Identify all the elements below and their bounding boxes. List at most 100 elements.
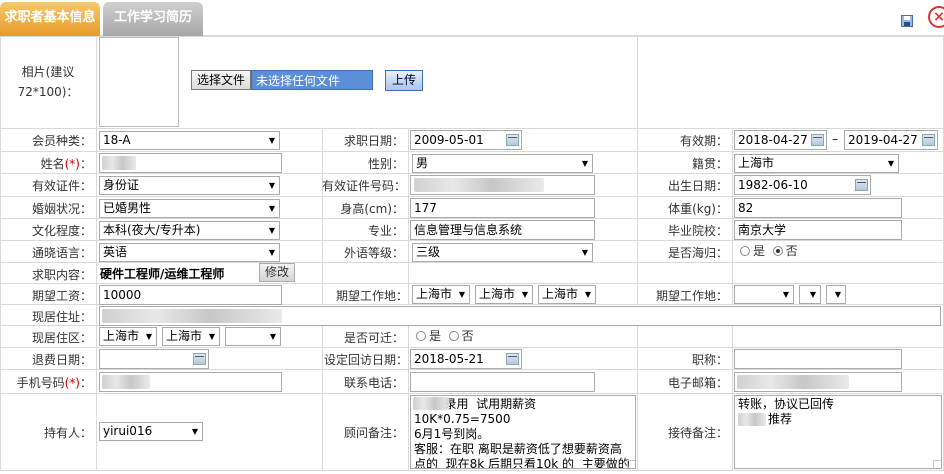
- gender-select[interactable]: 男 ▼: [412, 154, 593, 173]
- expected-place-city-select[interactable]: 上海市 ▼: [475, 285, 533, 304]
- dropdown-arrow-icon: ▼: [268, 204, 275, 213]
- expected-place-province-value: 上海市: [416, 287, 453, 301]
- member-type-select[interactable]: 18-A ▼: [99, 131, 280, 150]
- redacted-id-number: [414, 178, 544, 192]
- expected-place-city-value: 上海市: [479, 287, 516, 301]
- valid-to-input[interactable]: 2019-04-27: [844, 130, 938, 150]
- valid-from-value: 2018-04-27: [738, 133, 808, 147]
- apply-date-label: 求职日期：: [343, 134, 404, 148]
- grid-line: [0, 470, 944, 471]
- revisit-date-value: 2018-05-21: [414, 352, 484, 366]
- native-place-label: 籍贯：: [691, 157, 728, 171]
- relocate-no-radio[interactable]: [448, 331, 459, 341]
- job-title-input[interactable]: [734, 349, 902, 369]
- foreign-level-select[interactable]: 三级 ▼: [412, 243, 593, 262]
- save-icon[interactable]: [901, 15, 913, 27]
- language-value: 英语: [103, 245, 128, 259]
- major-input[interactable]: 信息管理与信息系统: [410, 220, 595, 240]
- overseas-yes-label: 是: [753, 244, 766, 258]
- expected-place-district-select[interactable]: 上海市 ▼: [538, 285, 596, 304]
- current-area-province-select[interactable]: 上海市 ▼: [99, 327, 157, 346]
- birth-date-label: 出生日期：: [667, 179, 728, 193]
- close-icon[interactable]: ×: [928, 6, 944, 28]
- grid-line: [0, 262, 944, 263]
- grid-line: [0, 173, 944, 174]
- grid-line: [732, 128, 733, 305]
- expected-place-2-district-select[interactable]: ▼: [826, 285, 846, 304]
- id-type-select[interactable]: 身份证 ▼: [99, 176, 280, 195]
- grid-line: [408, 128, 409, 305]
- marriage-value: 已婚男性: [103, 201, 152, 215]
- resize-handle-icon[interactable]: [933, 460, 941, 468]
- current-area-city-select[interactable]: 上海市 ▼: [162, 327, 220, 346]
- tab-work-resume[interactable]: 工作学习简历: [103, 2, 203, 36]
- native-place-select[interactable]: 上海市 ▼: [734, 154, 899, 173]
- expected-place-2-province-select[interactable]: ▼: [734, 285, 794, 304]
- dropdown-arrow-icon: ▼: [145, 332, 152, 341]
- current-area-city-value: 上海市: [166, 329, 203, 343]
- valid-from-input[interactable]: 2018-04-27: [734, 130, 827, 150]
- email-label: 电子邮箱：: [667, 376, 728, 390]
- overseas-no-radio[interactable]: [772, 246, 783, 256]
- calendar-icon[interactable]: [855, 179, 868, 191]
- mobile-label: 手机号码(*)：: [0, 374, 92, 391]
- gender-label: 性别：: [367, 157, 404, 171]
- birth-date-value: 1982-06-10: [738, 178, 808, 192]
- birth-date-input[interactable]: 1982-06-10: [734, 175, 871, 195]
- revisit-date-input[interactable]: 2018-05-21: [410, 349, 522, 369]
- dropdown-arrow-icon: ▼: [458, 290, 465, 299]
- overseas-radio-group: 是 否: [740, 241, 798, 261]
- relocate-yes-radio[interactable]: [416, 331, 426, 341]
- dropdown-arrow-icon: ▼: [268, 181, 275, 190]
- phone-label: 联系电话：: [343, 376, 404, 390]
- native-place-value: 上海市: [738, 156, 775, 170]
- expected-place-district-value: 上海市: [542, 287, 579, 301]
- job-content-label: 求职内容：: [31, 268, 92, 282]
- modify-button[interactable]: 修改: [259, 263, 295, 282]
- redacted-email: [737, 375, 849, 389]
- current-area-district-select[interactable]: ▼: [225, 327, 281, 346]
- tab-basic-info[interactable]: 求职者基本信息: [0, 2, 100, 36]
- apply-date-input[interactable]: 2009-05-01: [410, 130, 522, 150]
- receiver-note-line1: 转账，协议已回传: [738, 397, 835, 411]
- language-select[interactable]: 英语 ▼: [99, 243, 280, 262]
- calendar-icon[interactable]: [506, 353, 519, 365]
- receiver-note-line2: 推荐: [768, 412, 793, 426]
- overseas-no-label: 否: [785, 244, 798, 258]
- expected-place-province-select[interactable]: 上海市 ▼: [412, 285, 470, 304]
- expected-salary-input[interactable]: 10000: [99, 285, 282, 305]
- member-type-label: 会员种类：: [31, 134, 92, 148]
- tab-bar: 求职者基本信息 工作学习简历 ×: [0, 0, 944, 36]
- choose-file-button[interactable]: 选择文件: [191, 70, 251, 90]
- receiver-note-textarea[interactable]: 转账，协议已回传 推荐: [734, 395, 942, 469]
- dropdown-arrow-icon: ▼: [521, 290, 528, 299]
- school-input[interactable]: 南京大学: [734, 220, 902, 240]
- calendar-icon[interactable]: [193, 353, 206, 365]
- calendar-icon[interactable]: [811, 134, 824, 146]
- dropdown-arrow-icon: ▼: [268, 136, 275, 145]
- expected-place-2-city-select[interactable]: ▼: [799, 285, 821, 304]
- name-label: 姓名(*)：: [0, 155, 92, 172]
- current-address-label: 现居住址：: [31, 310, 92, 324]
- holder-select[interactable]: yirui016 ▼: [99, 422, 203, 441]
- dropdown-arrow-icon: ▼: [887, 159, 894, 168]
- calendar-icon[interactable]: [506, 134, 519, 146]
- current-area-province-value: 上海市: [103, 329, 140, 343]
- marriage-select[interactable]: 已婚男性 ▼: [99, 199, 280, 218]
- retire-date-input[interactable]: [99, 349, 209, 369]
- upload-button[interactable]: 上传: [385, 70, 423, 91]
- id-type-value: 身份证: [103, 178, 140, 192]
- date-range-dash: –: [832, 132, 838, 146]
- dropdown-arrow-icon: ▼: [191, 427, 198, 436]
- gender-value: 男: [416, 156, 429, 170]
- height-input[interactable]: 177: [410, 198, 595, 218]
- foreign-level-value: 三级: [416, 245, 441, 259]
- weight-input[interactable]: 82: [734, 198, 902, 218]
- calendar-icon[interactable]: [922, 134, 935, 146]
- overseas-yes-radio[interactable]: [740, 246, 750, 256]
- education-select[interactable]: 本科(夜大/专升本) ▼: [99, 221, 280, 240]
- resize-handle-icon[interactable]: [627, 460, 635, 468]
- expected-place-2-label: 期望工作地：: [655, 289, 728, 303]
- phone-input[interactable]: [410, 372, 595, 392]
- marriage-label: 婚姻状况：: [31, 202, 92, 216]
